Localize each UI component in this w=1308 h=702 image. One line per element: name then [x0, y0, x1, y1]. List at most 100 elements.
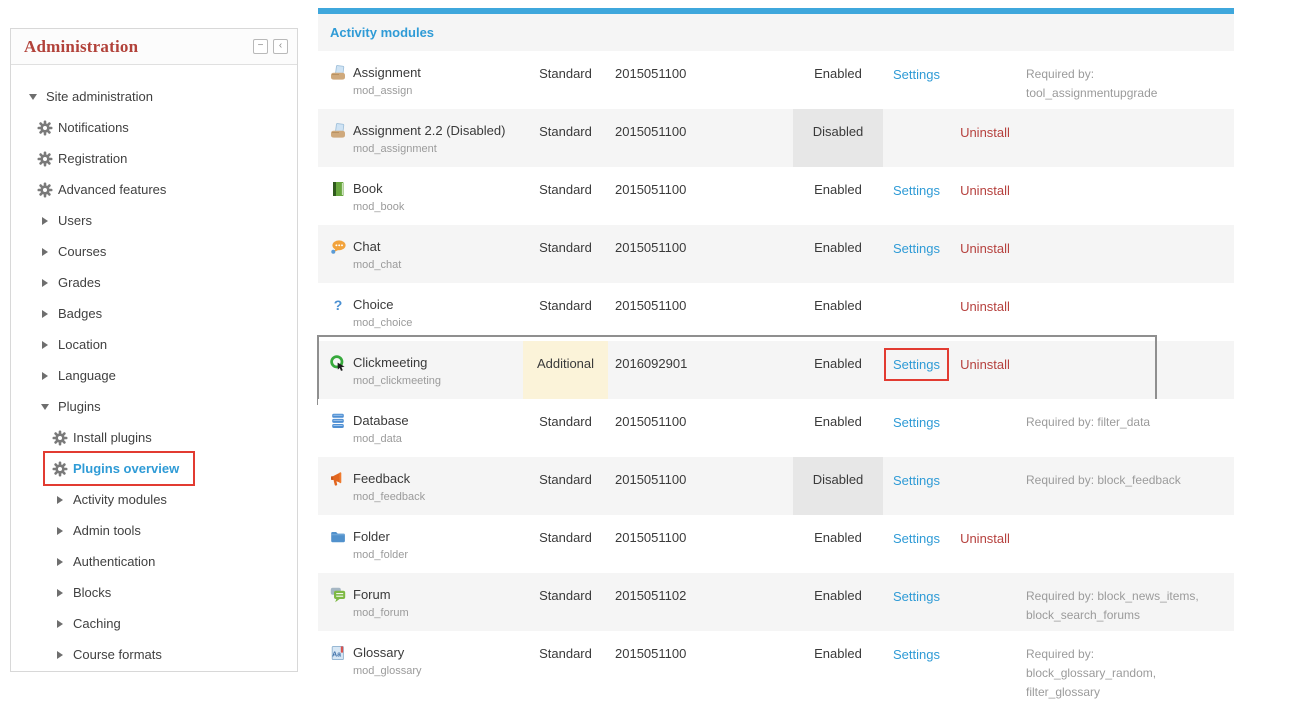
caret-down-icon[interactable] — [41, 404, 49, 410]
sidebar-item-label[interactable]: Badges — [58, 306, 102, 321]
caret-right-icon[interactable] — [42, 310, 48, 318]
dock-block-icon[interactable]: ‹ — [273, 39, 288, 54]
settings-link[interactable]: Settings — [893, 415, 940, 430]
caret-right-icon[interactable] — [42, 248, 48, 256]
settings-link[interactable]: Settings — [893, 241, 940, 256]
sidebar-item-plugins-overview[interactable]: Plugins overview — [11, 453, 297, 484]
sidebar-item-label[interactable]: Admin tools — [73, 523, 141, 538]
sidebar-item-caching[interactable]: Caching — [11, 608, 297, 639]
sidebar-item-label[interactable]: Plugins — [58, 399, 101, 414]
settings-link[interactable]: Settings — [893, 531, 940, 546]
sidebar-item-authentication[interactable]: Authentication — [11, 546, 297, 577]
caret-right-icon[interactable] — [57, 651, 63, 659]
settings-link[interactable]: Settings — [893, 589, 940, 604]
caret-right-toggle[interactable] — [37, 341, 53, 349]
settings-cell: Settings — [883, 457, 950, 515]
caret-right-icon[interactable] — [57, 620, 63, 628]
module-name-cell: Aa Glossary mod_glossary — [318, 631, 523, 689]
settings-link[interactable]: Settings — [893, 357, 940, 372]
sidebar-item-label[interactable]: Caching — [73, 616, 121, 631]
uninstall-link[interactable]: Uninstall — [960, 299, 1010, 314]
sidebar-item-registration[interactable]: Registration — [11, 143, 297, 174]
sidebar-item-badges[interactable]: Badges — [11, 298, 297, 329]
uninstall-link[interactable]: Uninstall — [960, 531, 1010, 546]
gear-icon — [37, 182, 53, 198]
sidebar-item-blocks[interactable]: Blocks — [11, 577, 297, 608]
sidebar-item-plugins[interactable]: Plugins — [11, 391, 297, 422]
sidebar-item-location[interactable]: Location — [11, 329, 297, 360]
module-name: Assignment 2.2 (Disabled) — [353, 123, 505, 138]
caret-down-icon[interactable] — [29, 94, 37, 100]
caret-right-toggle[interactable] — [52, 620, 68, 628]
sidebar-item-site-administration[interactable]: Site administration — [11, 81, 297, 112]
collapse-block-icon[interactable]: − — [253, 39, 268, 54]
caret-right-icon[interactable] — [57, 589, 63, 597]
sidebar-item-advanced-features[interactable]: Advanced features — [11, 174, 297, 205]
sidebar-item-admin-tools[interactable]: Admin tools — [11, 515, 297, 546]
sidebar-item-course-formats[interactable]: Course formats — [11, 639, 297, 670]
caret-right-toggle[interactable] — [37, 310, 53, 318]
caret-right-toggle[interactable] — [37, 248, 53, 256]
sidebar-item-label[interactable]: Notifications — [58, 120, 129, 135]
caret-right-icon[interactable] — [42, 279, 48, 287]
sidebar-item-label[interactable]: Site administration — [46, 89, 153, 104]
sidebar-item-label[interactable]: Course formats — [73, 647, 162, 662]
caret-right-toggle[interactable] — [52, 589, 68, 597]
caret-right-icon[interactable] — [42, 372, 48, 380]
caret-right-icon[interactable] — [42, 217, 48, 225]
caret-right-toggle[interactable] — [37, 217, 53, 225]
notes — [1020, 109, 1234, 167]
sidebar-item-label[interactable]: Install plugins — [73, 430, 152, 445]
uninstall-cell: Uninstall — [950, 167, 1020, 225]
uninstall-link[interactable]: Uninstall — [960, 357, 1010, 372]
settings-link[interactable]: Settings — [893, 67, 940, 82]
caret-right-toggle[interactable] — [52, 558, 68, 566]
caret-down-toggle[interactable] — [25, 94, 41, 100]
uninstall-link[interactable]: Uninstall — [960, 183, 1010, 198]
sidebar-item-notifications[interactable]: Notifications — [11, 112, 297, 143]
gear-icon — [37, 151, 53, 167]
caret-right-icon[interactable] — [57, 527, 63, 535]
caret-right-toggle[interactable] — [52, 651, 68, 659]
module-component: mod_forum — [353, 607, 409, 619]
version-cell: 2015051100 — [608, 51, 793, 109]
sidebar-item-label[interactable]: Registration — [58, 151, 127, 166]
caret-right-toggle[interactable] — [52, 496, 68, 504]
table-row-mod_feedback: Feedback mod_feedback Standard 201505110… — [318, 457, 1234, 515]
sidebar-item-label[interactable]: Blocks — [73, 585, 111, 600]
sidebar-item-label[interactable]: Language — [58, 368, 116, 383]
sidebar-item-label[interactable]: Location — [58, 337, 107, 352]
sidebar-item-language[interactable]: Language — [11, 360, 297, 391]
settings-link[interactable]: Settings — [893, 183, 940, 198]
uninstall-cell — [950, 631, 1020, 689]
sidebar-item-grades[interactable]: Grades — [11, 267, 297, 298]
sidebar-item-courses[interactable]: Courses — [11, 236, 297, 267]
sidebar-item-install-plugins[interactable]: Install plugins — [11, 422, 297, 453]
administration-block-header: Administration − ‹ — [11, 29, 297, 65]
source-cell: Standard — [523, 51, 608, 109]
sidebar-item-label[interactable]: Users — [58, 213, 92, 228]
sidebar-item-label[interactable]: Grades — [58, 275, 101, 290]
caret-down-toggle[interactable] — [37, 404, 53, 410]
sidebar-item-label[interactable]: Courses — [58, 244, 106, 259]
sidebar-item-label[interactable]: Plugins overview — [73, 461, 179, 476]
sidebar-item-label[interactable]: Authentication — [73, 554, 155, 569]
caret-right-toggle[interactable] — [37, 372, 53, 380]
settings-link[interactable]: Settings — [893, 473, 940, 488]
caret-right-toggle[interactable] — [52, 527, 68, 535]
caret-right-icon[interactable] — [42, 341, 48, 349]
version-cell: 2015051100 — [608, 515, 793, 573]
administration-block: Administration − ‹ Site administration N… — [10, 28, 298, 672]
caret-right-icon[interactable] — [57, 496, 63, 504]
feedback-icon — [330, 471, 346, 487]
sidebar-item-label[interactable]: Activity modules — [73, 492, 167, 507]
caret-right-toggle[interactable] — [37, 279, 53, 287]
sidebar-item-activity-modules[interactable]: Activity modules — [11, 484, 297, 515]
sidebar-item-label[interactable]: Advanced features — [58, 182, 166, 197]
settings-link[interactable]: Settings — [893, 647, 940, 662]
uninstall-link[interactable]: Uninstall — [960, 125, 1010, 140]
caret-right-icon[interactable] — [57, 558, 63, 566]
sidebar-item-users[interactable]: Users — [11, 205, 297, 236]
uninstall-link[interactable]: Uninstall — [960, 241, 1010, 256]
module-component: mod_assign — [353, 85, 421, 97]
